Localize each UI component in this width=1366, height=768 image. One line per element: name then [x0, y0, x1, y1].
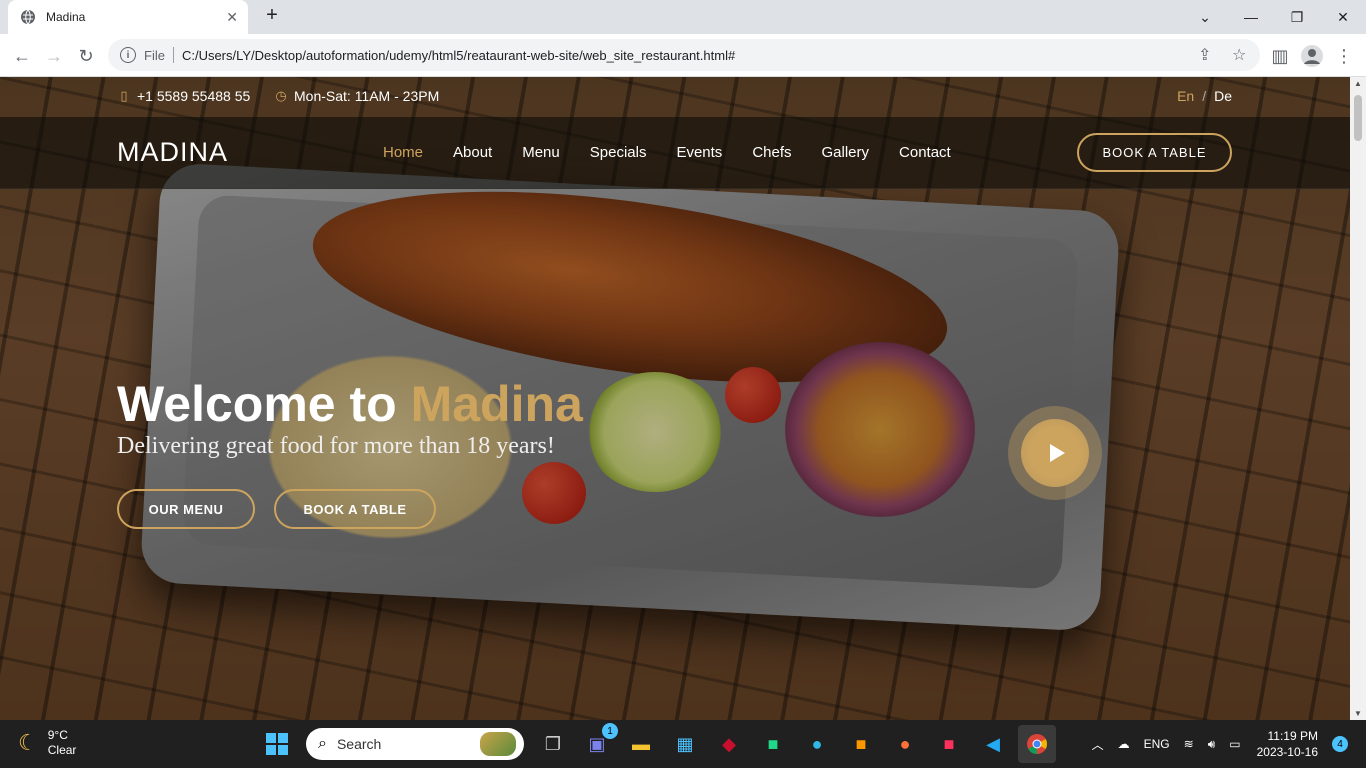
site-logo[interactable]: MADINA — [117, 137, 228, 168]
clock[interactable]: 11:19 PM 2023-10-16 — [1257, 728, 1318, 760]
file-explorer-icon[interactable]: ▬ — [622, 725, 660, 763]
nav-about[interactable]: About — [453, 144, 492, 161]
chrome-icon[interactable] — [1018, 725, 1056, 763]
nav-menu[interactable]: Menu — [522, 144, 560, 161]
nav-specials[interactable]: Specials — [590, 144, 647, 161]
hero-title-text: Welcome to — [117, 376, 411, 432]
language-indicator[interactable]: ENG — [1144, 737, 1170, 751]
hero-subtitle: Delivering great food for more than 18 y… — [117, 433, 555, 459]
divider — [172, 47, 174, 63]
play-icon — [1021, 419, 1089, 487]
system-tray: ︿ ☁ ENG ≋ 🔊︎ ▭ 11:19 PM 2023-10-16 4 — [1078, 720, 1348, 768]
microsoft-store-icon[interactable]: ▦ — [666, 725, 704, 763]
hero-title: Welcome to Madina — [117, 375, 583, 433]
scroll-up-icon[interactable]: ▲ — [1350, 79, 1366, 88]
globe-icon — [20, 9, 36, 25]
moon-icon: ☾ — [18, 730, 38, 755]
browser-tab[interactable]: Madina ✕ — [8, 0, 248, 34]
windows-taskbar: ☾ 9°C Clear ⌕ Search ❐ ▣ 1 ▬ ▦ ◆ ■ ● ■ ● … — [0, 720, 1366, 768]
play-video-button[interactable] — [1008, 406, 1102, 500]
task-view-icon[interactable]: ❐ — [534, 725, 572, 763]
hours-text: Mon-Sat: 11AM - 23PM — [294, 88, 440, 104]
share-icon[interactable]: ⇪ — [1198, 39, 1211, 71]
tab-title: Madina — [46, 10, 86, 24]
nav-chefs[interactable]: Chefs — [752, 144, 791, 161]
nav-events[interactable]: Events — [676, 144, 722, 161]
hero-book-table-button[interactable]: BOOK A TABLE — [274, 489, 436, 529]
contact-topbar: ▯ +1 5589 55488 55 ◷ Mon-Sat: 11AM - 23P… — [0, 77, 1350, 117]
weather-temp: 9°C — [47, 728, 68, 742]
sublime-text-icon[interactable]: ■ — [842, 725, 880, 763]
vscode-icon[interactable]: ◀ — [974, 725, 1012, 763]
back-arrow-icon[interactable]: ← — [10, 44, 34, 68]
reload-icon[interactable]: ↻ — [74, 44, 98, 68]
scrollbar-thumb[interactable] — [1354, 95, 1362, 141]
onedrive-cloud-icon[interactable]: ☁ — [1118, 737, 1130, 751]
side-panel-icon[interactable]: ▥ — [1268, 44, 1292, 68]
edge-icon[interactable]: ● — [798, 725, 836, 763]
chevron-up-icon[interactable]: ︿ — [1092, 736, 1104, 753]
battery-icon[interactable]: ▭ — [1229, 737, 1240, 751]
mcafee-icon[interactable]: ◆ — [710, 725, 748, 763]
clock-icon: ◷ — [275, 88, 287, 103]
volume-icon[interactable]: 🔊︎ — [1208, 737, 1216, 752]
tab-search-icon[interactable]: ⌄ — [1182, 0, 1228, 34]
lang-de-link[interactable]: De — [1214, 88, 1232, 104]
firefox-icon[interactable]: ● — [886, 725, 924, 763]
search-placeholder: Search — [336, 736, 382, 752]
teams-badge: 1 — [602, 723, 618, 739]
page-viewport: ▯ +1 5589 55488 55 ◷ Mon-Sat: 11AM - 23P… — [0, 77, 1350, 720]
teams-chat-icon[interactable]: ▣ 1 — [578, 723, 618, 763]
nav-gallery[interactable]: Gallery — [822, 144, 870, 161]
bookmark-star-icon[interactable]: ☆ — [1232, 39, 1246, 71]
new-tab-button[interactable]: + — [260, 4, 284, 27]
nav-home[interactable]: Home — [383, 144, 423, 161]
profile-avatar-icon[interactable] — [1300, 44, 1324, 68]
close-window-button[interactable]: ✕ — [1320, 0, 1366, 34]
forward-arrow-icon[interactable]: → — [42, 44, 66, 68]
weather-condition: Clear — [47, 743, 77, 757]
windows-start-icon[interactable] — [258, 725, 296, 763]
menu-kebab-icon[interactable]: ⋮ — [1332, 44, 1356, 68]
site-header: MADINA Home About Menu Specials Events C… — [0, 117, 1350, 189]
phone-text: +1 5589 55488 55 — [137, 88, 251, 104]
taskbar-search-box[interactable]: ⌕ Search — [306, 728, 524, 760]
search-icon: ⌕ — [318, 735, 327, 752]
weather-widget[interactable]: ☾ 9°C Clear — [18, 728, 76, 758]
minimize-button[interactable]: — — [1228, 0, 1274, 34]
pycharm-icon[interactable]: ■ — [754, 725, 792, 763]
search-highlight-icon — [480, 732, 516, 756]
scroll-down-icon[interactable]: ▼ — [1350, 709, 1366, 718]
lang-separator: / — [1202, 88, 1207, 104]
our-menu-button[interactable]: OUR MENU — [117, 489, 255, 529]
info-icon[interactable]: i — [120, 47, 136, 63]
main-nav: Home About Menu Specials Events Chefs Ga… — [383, 144, 981, 161]
hours-info: ◷ Mon-Sat: 11AM - 23PM — [274, 88, 439, 104]
close-tab-icon[interactable]: ✕ — [226, 9, 238, 26]
intellij-icon[interactable]: ■ — [930, 725, 968, 763]
clock-time: 11:19 PM — [1267, 729, 1318, 743]
notification-badge[interactable]: 4 — [1332, 736, 1348, 752]
language-switcher: En / De — [1177, 88, 1232, 104]
url-scheme-label: File — [144, 47, 165, 63]
book-table-button[interactable]: BOOK A TABLE — [1077, 133, 1232, 172]
phone-info: ▯ +1 5589 55488 55 — [117, 88, 250, 104]
wifi-icon[interactable]: ≋ — [1184, 737, 1194, 751]
clock-date: 2023-10-16 — [1256, 745, 1318, 759]
address-bar[interactable]: i File C:/Users/LY/Desktop/autoformation… — [108, 39, 1260, 71]
url-text[interactable]: C:/Users/LY/Desktop/autoformation/udemy/… — [182, 48, 735, 63]
lang-en-link[interactable]: En — [1177, 88, 1194, 104]
page-scrollbar[interactable]: ▲ ▼ — [1350, 77, 1366, 720]
phone-icon: ▯ — [120, 88, 128, 103]
nav-contact[interactable]: Contact — [899, 144, 951, 161]
hero-title-accent: Madina — [410, 376, 583, 432]
browser-toolbar: ← → ↻ i File C:/Users/LY/Desktop/autofor… — [0, 34, 1366, 77]
taskbar-apps: ⌕ Search ❐ ▣ 1 ▬ ▦ ◆ ■ ● ■ ● ■ ◀ — [258, 720, 1062, 768]
maximize-button[interactable]: ❐ — [1274, 0, 1320, 34]
browser-tab-strip: Madina ✕ + ⌄ — ❐ ✕ — [0, 0, 1366, 34]
